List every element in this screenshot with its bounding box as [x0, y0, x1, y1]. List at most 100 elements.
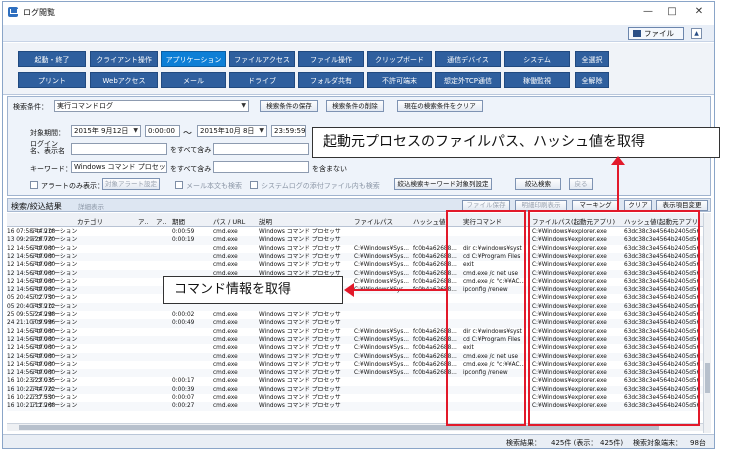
- category-button-13[interactable]: フォルダ共有: [298, 72, 364, 88]
- cell-path: cmd.exe: [213, 386, 238, 393]
- category-button-11[interactable]: メール: [161, 72, 226, 88]
- maximize-button[interactable]: □: [664, 5, 680, 19]
- cell-cat: アプリケーション: [31, 370, 78, 377]
- clear-condition-button[interactable]: 現在の検索条件をクリア: [397, 100, 483, 112]
- target-terminal-label: 検索対象端末：: [633, 439, 682, 447]
- narrow-search-button[interactable]: 絞込検索: [515, 178, 561, 190]
- cell-cat: アプリケーション: [31, 262, 78, 269]
- vertical-scroll-thumb[interactable]: [705, 363, 710, 393]
- condition-select[interactable]: 実行コマンドログ ▼: [54, 100, 249, 112]
- shown-count-value: 425件): [600, 439, 624, 447]
- cell-cat: アプリケーション: [31, 303, 78, 310]
- column-header-1[interactable]: カテゴリ: [77, 216, 135, 226]
- category-button-8[interactable]: システム: [504, 51, 570, 67]
- category-button-3[interactable]: アプリケーション: [161, 51, 226, 67]
- category-button-6[interactable]: クリップボード: [367, 51, 432, 67]
- target-terminal-value: 98台: [690, 439, 706, 447]
- time-from-field[interactable]: 0:00:00: [145, 125, 180, 137]
- ribbon-header: ファイル ▲: [3, 25, 714, 42]
- category-button-9[interactable]: プリント: [18, 72, 86, 88]
- category-button-15[interactable]: 想定外TCP通信: [435, 72, 501, 88]
- date-to-value: 2015年10月 8日: [200, 127, 255, 135]
- calendar-dropdown-icon-2: ▼: [259, 127, 264, 134]
- callout-command-info: コマンド情報を取得: [163, 276, 343, 304]
- cell-desc: Windows コマンド プロセッサ: [259, 336, 341, 343]
- cell-cat: アプリケーション: [31, 245, 78, 252]
- callout-arrow-left: [352, 289, 448, 291]
- cell-path: cmd.exe: [213, 395, 238, 401]
- cell-cat: アプリケーション: [31, 345, 78, 352]
- cell-desc: Windows コマンド プロセッサ: [259, 370, 341, 377]
- category-button-4[interactable]: ファイルアクセス: [229, 51, 295, 67]
- cell-path: cmd.exe: [213, 370, 238, 377]
- category-button-12[interactable]: ドライブ: [229, 72, 295, 88]
- delete-condition-button[interactable]: 検索条件の削除: [326, 100, 384, 112]
- column-header-4[interactable]: 期間: [172, 216, 210, 226]
- category-button-7[interactable]: 通信デバイス: [435, 51, 501, 67]
- period-tilde: ～: [183, 129, 193, 139]
- login-label: ログイン名、表示名: [30, 140, 65, 155]
- keyword-target-columns-button[interactable]: 絞込検索キーワード対象列設定: [394, 178, 492, 190]
- cell-path: cmd.exe: [213, 320, 238, 327]
- title-bar: ログ閲覧 — □ ✕: [3, 2, 714, 22]
- login-name-input[interactable]: [71, 143, 167, 155]
- vertical-scrollbar[interactable]: [703, 213, 711, 433]
- results-tab[interactable]: 検索/絞込結果: [11, 201, 62, 212]
- cell-cat: アプリケーション: [31, 287, 78, 294]
- category-button-1[interactable]: 起動・終了: [18, 51, 86, 67]
- date-to-field[interactable]: 2015年10月 8日 ▼: [197, 125, 267, 137]
- column-header-3[interactable]: ア..: [156, 216, 170, 226]
- alert-only-checkbox[interactable]: [30, 181, 38, 189]
- column-header-7[interactable]: ファイルパス: [354, 216, 410, 226]
- cell-fpath: C:¥Windows¥Sys...: [354, 253, 409, 260]
- category-button-2[interactable]: クライアント操作: [90, 51, 158, 67]
- detail-view-tab[interactable]: 詳細表示: [78, 201, 104, 211]
- window-title: ログ閲覧: [23, 8, 55, 17]
- callout-arrow-up: [617, 158, 619, 210]
- column-header-2[interactable]: ア..: [138, 216, 154, 226]
- system-log-checkbox[interactable]: [250, 181, 258, 189]
- cell-fpath: C:¥Windows¥Sys...: [354, 245, 409, 252]
- cell-cat: アプリケーション: [31, 229, 78, 235]
- keyword-exclude-input[interactable]: [213, 161, 309, 173]
- login-exclude-input[interactable]: [213, 143, 309, 155]
- result-count-value: 425件 (表示：: [551, 439, 598, 447]
- date-from-field[interactable]: 2015年 9月12日 ▼: [71, 125, 141, 137]
- chevron-down-icon: ▼: [241, 102, 246, 109]
- cell-dur: 0:00:59: [172, 229, 195, 235]
- keyword-input[interactable]: Windows コマンド プロセッサ: [71, 161, 167, 173]
- ribbon-collapse-button[interactable]: ▲: [691, 28, 702, 39]
- category-button-16[interactable]: 稼働監視: [504, 72, 570, 88]
- cell-fpath: C:¥Windows¥Sys...: [354, 278, 409, 285]
- column-header-5[interactable]: パス / URL: [213, 216, 257, 226]
- cell-fpath: C:¥Windows¥Sys...: [354, 345, 409, 352]
- cell-fpath: C:¥Windows¥Sys...: [354, 336, 409, 343]
- mail-body-label: メール本文も検索: [186, 182, 242, 190]
- cell-desc: Windows コマンド プロセッサ: [259, 403, 341, 410]
- system-log-label: システムログの添付ファイル内も検索: [261, 182, 380, 190]
- deselect-all-button[interactable]: 全解除: [575, 72, 609, 88]
- category-button-14[interactable]: 不許可端末: [367, 72, 432, 88]
- cell-desc: Windows コマンド プロセッサ: [259, 245, 341, 252]
- cell-desc: Windows コマンド プロセッサ: [259, 361, 341, 368]
- parent-app-columns-highlight: [528, 210, 700, 426]
- cell-fpath: C:¥Windows¥Sys...: [354, 328, 409, 335]
- minimize-button[interactable]: —: [640, 5, 656, 19]
- file-menu-button[interactable]: ファイル: [628, 27, 684, 40]
- cell-desc: Windows コマンド プロセッサ: [259, 320, 341, 327]
- category-button-10[interactable]: Webアクセス: [90, 72, 158, 88]
- column-header-6[interactable]: 説明: [259, 216, 351, 226]
- time-to-field[interactable]: 23:59:59: [271, 125, 306, 137]
- category-button-5[interactable]: ファイル操作: [298, 51, 364, 67]
- cell-dur: 0:00:27: [172, 403, 195, 410]
- cell-cat: アプリケーション: [31, 353, 78, 360]
- cell-path: cmd.exe: [213, 336, 238, 343]
- mail-body-checkbox[interactable]: [175, 181, 183, 189]
- target-alert-button[interactable]: 対象アラート設定: [102, 178, 160, 190]
- select-all-button[interactable]: 全選択: [575, 51, 609, 67]
- cell-cat: アプリケーション: [31, 328, 78, 335]
- cell-cat: アプリケーション: [31, 278, 78, 285]
- back-button[interactable]: 戻る: [569, 178, 593, 190]
- save-condition-button[interactable]: 検索条件の保存: [260, 100, 318, 112]
- close-button[interactable]: ✕: [691, 5, 707, 19]
